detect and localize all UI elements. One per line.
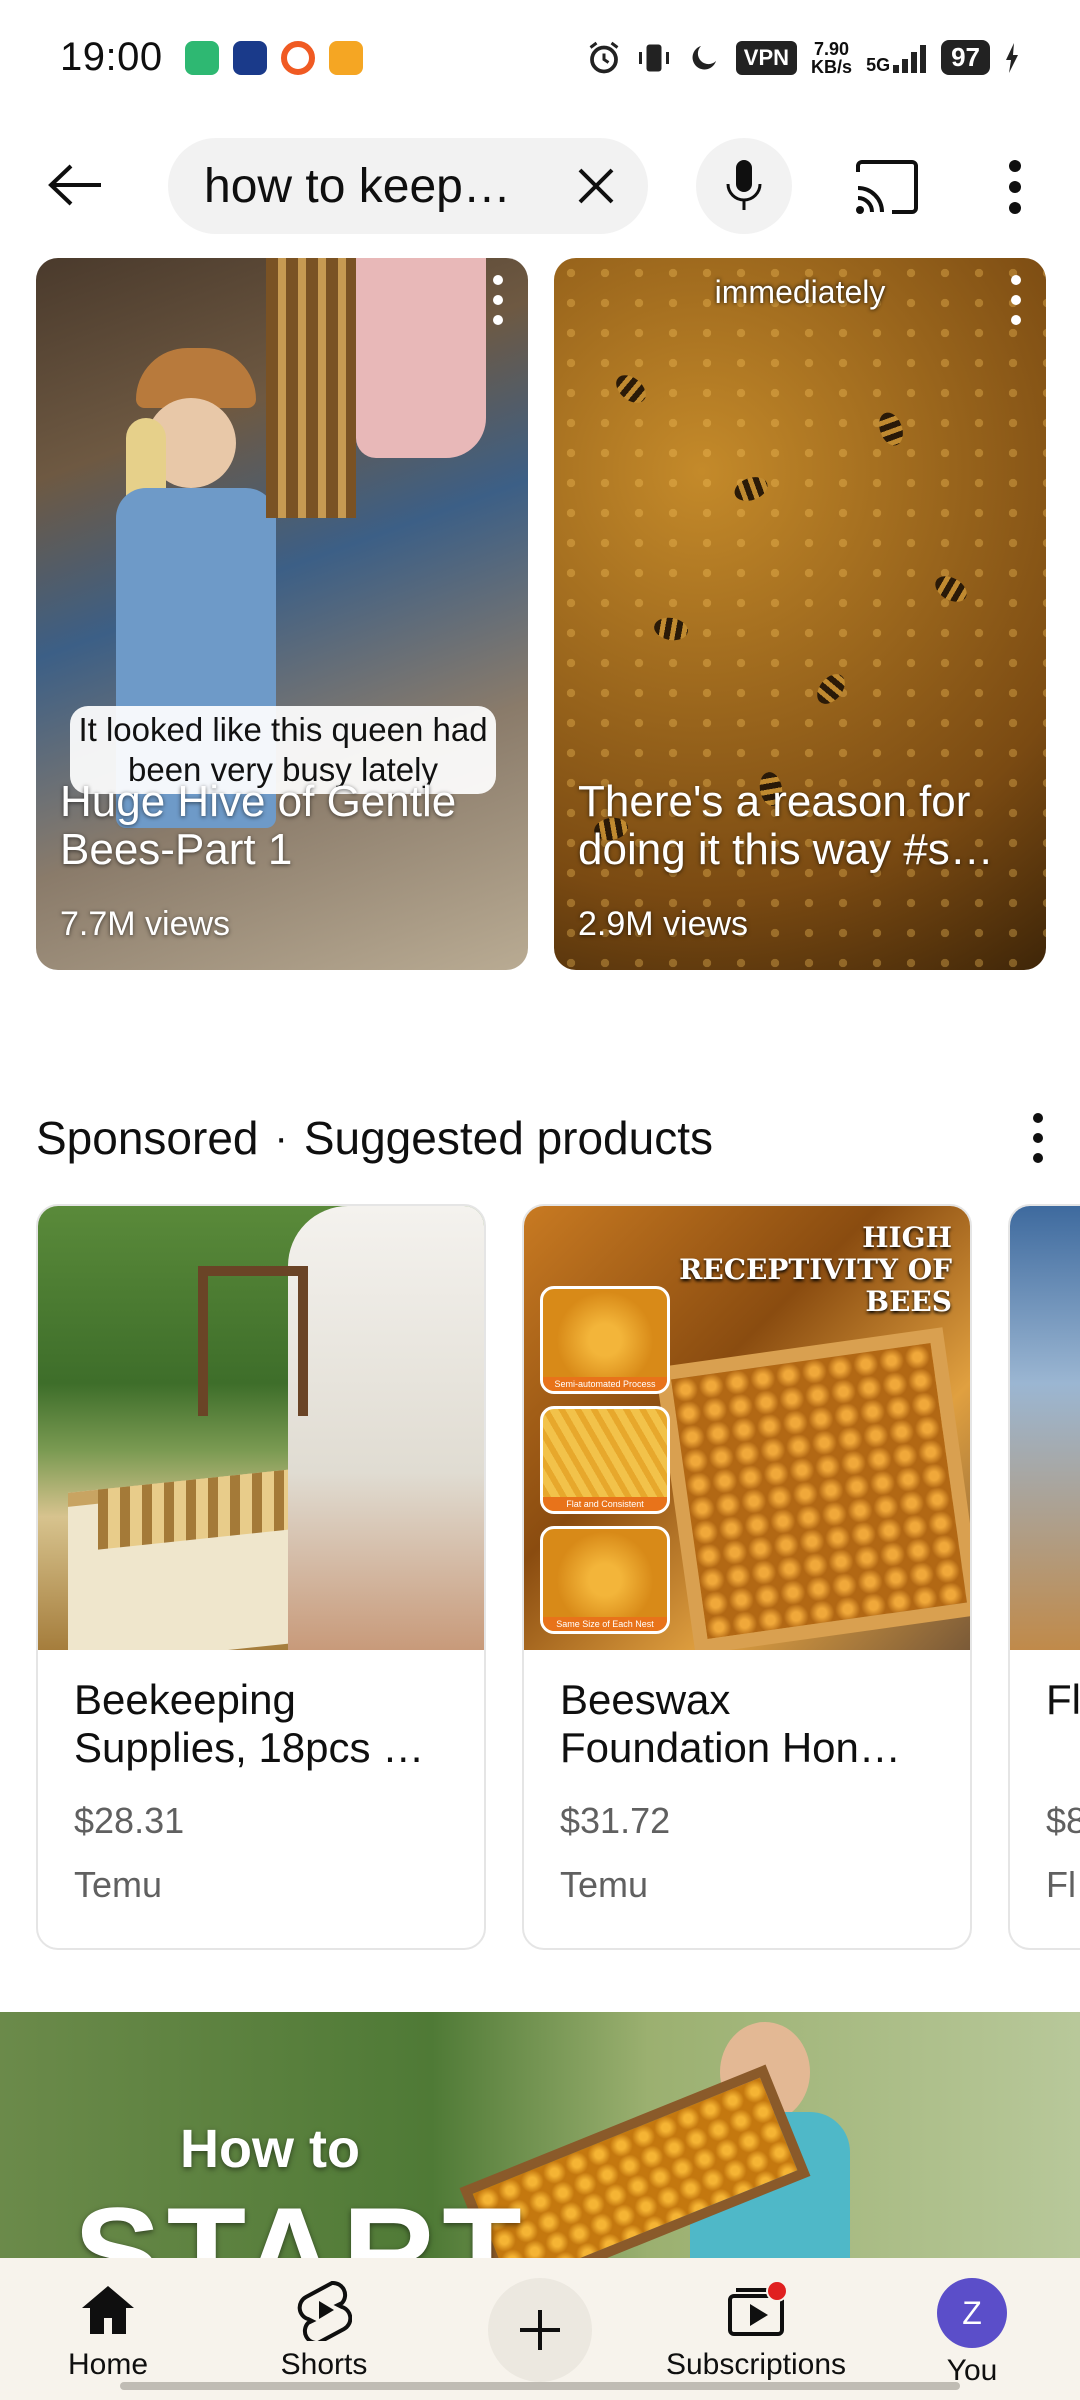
product-price: $31.72 <box>560 1800 671 1841</box>
short-card[interactable]: It looked like this queen had been very … <box>36 258 528 970</box>
avatar: Z <box>937 2278 1007 2348</box>
create-icon <box>488 2278 592 2382</box>
short-views: 7.7M views <box>60 905 231 943</box>
product-image <box>1010 1206 1080 1650</box>
banner-title-line1: How to <box>180 2119 360 2179</box>
alarm-icon <box>589 41 619 73</box>
honeycomb-frame <box>655 1327 970 1650</box>
app-notification-icon <box>328 40 363 75</box>
back-button[interactable] <box>40 150 110 220</box>
arrow-left-icon <box>48 164 101 206</box>
app-notification-icon <box>232 40 267 75</box>
battery-level: 97 <box>941 40 990 75</box>
more-vert-icon <box>1009 160 1021 214</box>
product-thumbnail: Flat and Consistent <box>540 1406 670 1514</box>
product-image: HIGH RECEPTIVITY OF BEES Semi-automated … <box>524 1206 970 1650</box>
cast-icon <box>856 160 918 214</box>
short-title: Huge Hive of Gentle Bees-Part 1 <box>60 777 457 874</box>
video-thumbnail[interactable]: How to START <box>0 2012 1080 2258</box>
network-speed: 7.90 KB/s <box>811 38 853 77</box>
app-notification-icon <box>280 40 315 75</box>
shorts-row: It looked like this queen had been very … <box>36 258 1046 970</box>
more-vert-icon <box>493 275 503 325</box>
app-notification-icon <box>184 40 219 75</box>
cast-button[interactable] <box>852 158 922 218</box>
short-overlay-text: immediately <box>714 274 886 310</box>
nav-label: Home <box>67 2348 149 2381</box>
nav-subscriptions[interactable]: Subscriptions <box>648 2258 864 2400</box>
sponsored-label: Sponsored <box>36 1112 259 1164</box>
nav-label: Shorts <box>280 2348 368 2381</box>
home-icon <box>76 2278 140 2342</box>
nav-shorts[interactable]: Shorts <box>216 2258 432 2400</box>
vibrate-icon <box>638 44 669 71</box>
short-card[interactable]: immediately There's a reason for doing i… <box>554 258 1046 970</box>
nav-home[interactable]: Home <box>0 2258 216 2400</box>
status-time: 19:00 <box>60 35 163 79</box>
notification-dot <box>766 2280 788 2302</box>
nav-create[interactable] <box>432 2258 648 2400</box>
nav-you[interactable]: Z You <box>864 2258 1080 2400</box>
top-bar: how to keep… <box>0 130 1080 240</box>
search-query: how to keep… <box>204 159 511 213</box>
product-price: $8… <box>1046 1800 1080 1841</box>
stand <box>198 1266 308 1416</box>
voice-search-button[interactable] <box>696 138 792 234</box>
product-thumbnail: Same Size of Each Nest <box>540 1526 670 1634</box>
nav-label: Subscriptions <box>665 2348 847 2381</box>
product-title: Beeswax Foundation Hon… <box>560 1676 901 1771</box>
product-seller: Fl… <box>1046 1864 1080 1905</box>
signal-indicator: 5G <box>866 43 927 75</box>
short-views: 2.9M views <box>578 905 749 943</box>
product-image <box>38 1206 484 1650</box>
product-image-text: HIGH RECEPTIVITY OF BEES <box>679 1221 952 1318</box>
product-card[interactable]: Beekeeping Supplies, 18pcs … $28.31 Temu <box>36 1204 486 1950</box>
microphone-icon <box>726 160 762 210</box>
banner-title-line2: START <box>74 2180 528 2258</box>
hive-comb <box>266 258 356 518</box>
network-type: 5G <box>866 54 891 75</box>
more-vert-icon <box>1011 275 1021 325</box>
more-options-button[interactable] <box>1000 152 1030 222</box>
product-thumbnails: Semi-automated Process Flat and Consiste… <box>540 1286 670 1646</box>
vpn-badge: VPN <box>735 40 798 75</box>
more-vert-icon <box>1033 1113 1043 1163</box>
product-card[interactable]: HIGH RECEPTIVITY OF BEES Semi-automated … <box>522 1204 972 1950</box>
shorts-icon <box>292 2278 356 2342</box>
separator: · <box>274 1115 288 1160</box>
gesture-bar <box>120 2382 960 2390</box>
product-price: $28.31 <box>74 1800 185 1841</box>
suggested-products-label: Suggested products <box>303 1112 713 1164</box>
notification-icons <box>184 40 363 75</box>
clear-search-button[interactable] <box>570 160 622 212</box>
sponsored-header: Sponsored · Suggested products <box>36 1108 1046 1168</box>
short-more-button[interactable] <box>1008 272 1024 328</box>
status-bar: 19:00 VPN 7.90 KB/s 5G 97 <box>0 0 1080 115</box>
charging-icon <box>1006 42 1018 73</box>
insulation <box>356 258 486 458</box>
do-not-disturb-icon <box>692 45 716 69</box>
products-carousel[interactable]: Beekeeping Supplies, 18pcs … $28.31 Temu… <box>36 1204 1080 1952</box>
beekeeper-arm <box>288 1206 484 1650</box>
signal-icon <box>893 44 927 73</box>
product-card[interactable]: Fl… F… $8… Fl… <box>1008 1204 1080 1950</box>
search-input[interactable]: how to keep… <box>168 138 648 234</box>
product-seller: Temu <box>74 1864 163 1905</box>
close-icon <box>578 168 614 204</box>
bottom-navigation: Home Shorts Subscriptions Z You <box>0 2258 1080 2400</box>
product-thumbnail: Semi-automated Process <box>540 1286 670 1394</box>
short-more-button[interactable] <box>490 272 506 328</box>
sponsored-more-button[interactable] <box>1030 1110 1046 1166</box>
product-seller: Temu <box>560 1864 649 1905</box>
product-title: Beekeeping Supplies, 18pcs … <box>74 1676 425 1771</box>
product-title: Fl… F… <box>1046 1676 1080 1723</box>
short-title: There's a reason for doing it this way #… <box>578 777 994 874</box>
